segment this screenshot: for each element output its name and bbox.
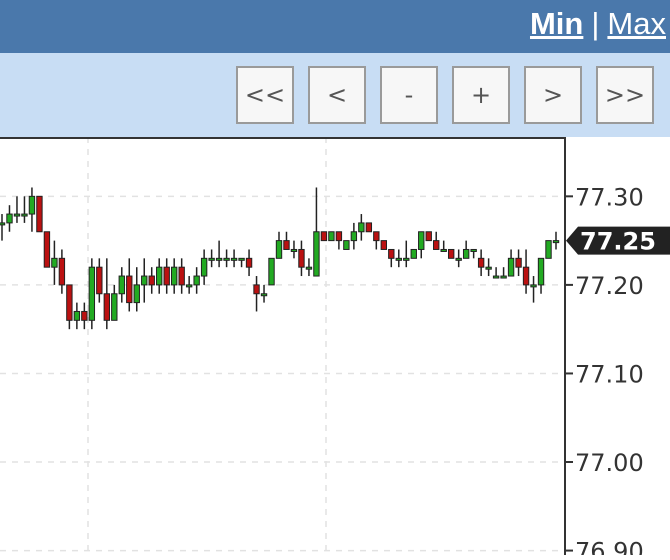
candle-up <box>305 266 313 270</box>
prev-button[interactable]: < <box>308 66 366 124</box>
candle-down <box>335 231 343 242</box>
y-tick-label: 77.10 <box>575 360 644 388</box>
candle-up <box>118 275 125 295</box>
y-tick-label: 77.00 <box>575 449 644 477</box>
candle-up <box>0 222 6 226</box>
candle-up <box>470 248 477 252</box>
candle-up <box>73 310 81 321</box>
candle-up <box>156 266 163 286</box>
candle-down <box>380 240 388 250</box>
candle-up <box>13 213 21 217</box>
chart-grid <box>0 137 563 555</box>
candle-up <box>193 275 200 286</box>
min-link[interactable]: Min <box>530 6 583 41</box>
max-link[interactable]: Max <box>607 6 666 41</box>
candle-down <box>66 284 73 321</box>
candle-down <box>178 266 185 286</box>
candle-up <box>507 257 515 277</box>
candle-up <box>313 231 320 277</box>
candle-up <box>418 231 425 250</box>
header-links: Min | Max <box>530 6 666 42</box>
candle-up <box>358 222 365 233</box>
chart-toolbar: << < - + > >> <box>0 53 670 137</box>
last-price-label: 77.25 <box>580 228 656 256</box>
candle-up <box>492 275 500 279</box>
candle-up <box>530 284 537 288</box>
candle-up <box>230 257 238 261</box>
y-tick-label: 77.30 <box>575 183 644 211</box>
y-tick-label: 77.20 <box>575 272 644 300</box>
last-button[interactable]: >> <box>596 66 654 124</box>
candle-up <box>545 240 552 259</box>
candle-up <box>410 248 417 259</box>
candle-down <box>58 257 66 286</box>
candle-up <box>88 266 96 321</box>
candle-up <box>500 275 507 279</box>
candle-up <box>537 257 545 286</box>
candle-down <box>253 284 260 295</box>
candle-up <box>462 248 470 259</box>
candle-up <box>133 284 140 304</box>
candle-down <box>522 266 530 286</box>
next-button[interactable]: > <box>524 66 582 124</box>
candle-up <box>275 240 283 259</box>
candle-down <box>365 222 373 233</box>
candle-up <box>141 275 148 286</box>
candle-down <box>126 275 133 304</box>
candle-down <box>43 231 51 268</box>
chart-area: 77.30 77.20 77.10 77.00 76.90 77.25 <box>0 137 670 560</box>
candle-down <box>433 240 440 250</box>
zoom-out-button[interactable]: - <box>380 66 438 124</box>
candle-up <box>185 284 193 288</box>
candle-up <box>111 293 118 321</box>
candles-group <box>0 187 560 330</box>
candle-down <box>163 266 170 286</box>
candle-down <box>96 266 103 295</box>
candle-down <box>320 231 328 242</box>
candle-down <box>447 248 455 259</box>
zoom-in-button[interactable]: + <box>452 66 510 124</box>
candle-up <box>208 257 215 261</box>
candle-up <box>552 240 560 244</box>
candle-down <box>388 248 395 259</box>
candle-up <box>328 231 335 242</box>
candle-up <box>403 257 410 261</box>
candle-up <box>343 240 350 250</box>
plot-frame <box>0 137 566 560</box>
candle-down <box>36 195 43 233</box>
candle-up <box>170 266 178 286</box>
price-chart[interactable]: 77.30 77.20 77.10 77.00 76.90 77.25 <box>0 137 670 560</box>
candle-up <box>268 257 275 286</box>
header-bar: Min | Max <box>0 0 670 53</box>
candle-down <box>477 257 485 268</box>
candle-up <box>200 257 208 277</box>
candle-down <box>245 257 253 268</box>
candle-up <box>290 248 298 252</box>
candle-down <box>425 231 432 242</box>
candle-down <box>373 231 380 242</box>
candle-down <box>283 240 290 250</box>
candle-up <box>51 257 58 268</box>
candle-down <box>81 310 88 321</box>
candle-up <box>350 231 358 242</box>
candle-up <box>485 266 492 270</box>
link-separator: | <box>591 6 600 41</box>
candle-up <box>28 195 36 215</box>
candle-up <box>260 293 268 297</box>
candle-up <box>215 257 223 261</box>
y-tick-label: 76.90 <box>575 538 644 555</box>
candle-down <box>148 275 155 286</box>
candle-down <box>103 293 111 321</box>
candle-up <box>455 257 462 261</box>
candle-up <box>395 257 402 261</box>
candle-up <box>238 257 245 261</box>
candle-up <box>223 257 230 261</box>
candle-up <box>21 213 28 217</box>
candle-down <box>515 257 522 268</box>
price-axis: 77.30 77.20 77.10 77.00 76.90 77.25 <box>565 183 670 560</box>
candle-up <box>440 248 447 252</box>
candle-up <box>6 213 13 224</box>
candle-down <box>298 248 305 268</box>
first-button[interactable]: << <box>236 66 294 124</box>
